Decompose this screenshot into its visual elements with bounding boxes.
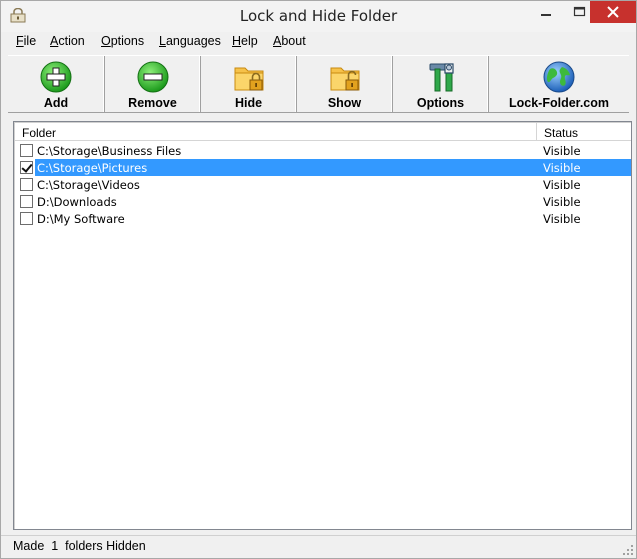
folder-status: Visible bbox=[543, 212, 581, 226]
status-text: Made 1 folders Hidden bbox=[13, 539, 146, 553]
lock-folder-website-label: Lock-Folder.com bbox=[508, 96, 610, 110]
menu-languages[interactable]: Languages bbox=[159, 34, 221, 48]
row-checkbox[interactable] bbox=[20, 212, 33, 225]
show-button[interactable]: Show bbox=[297, 56, 393, 112]
folder-unlock-icon bbox=[330, 67, 359, 91]
row-checkbox[interactable] bbox=[20, 144, 33, 157]
remove-label: Remove bbox=[128, 96, 177, 110]
minimize-button[interactable] bbox=[529, 1, 563, 23]
folder-status: Visible bbox=[543, 161, 581, 175]
menu-options[interactable]: Options bbox=[101, 34, 144, 48]
folder-path: C:\Storage\Pictures bbox=[37, 161, 148, 175]
menu-about[interactable]: About bbox=[273, 34, 306, 48]
folder-path: C:\Storage\Videos bbox=[37, 178, 140, 192]
list-item[interactable]: C:\Storage\Pictures Visible bbox=[17, 159, 631, 176]
add-button[interactable]: Add bbox=[8, 56, 105, 112]
list-header: Folder Status bbox=[15, 123, 631, 141]
lock-folder-website-button[interactable]: Lock-Folder.com bbox=[489, 56, 629, 112]
app-window: Lock and Hide Folder File Action Options… bbox=[0, 0, 637, 559]
close-button[interactable] bbox=[590, 1, 636, 23]
folder-status: Visible bbox=[543, 144, 581, 158]
list-item[interactable]: C:\Storage\Videos Visible bbox=[17, 176, 631, 193]
title-bar[interactable]: Lock and Hide Folder bbox=[1, 1, 636, 32]
column-header-status[interactable]: Status bbox=[537, 123, 631, 141]
options-button[interactable]: Options bbox=[393, 56, 489, 112]
tools-icon bbox=[429, 63, 454, 92]
add-label: Add bbox=[43, 96, 69, 110]
globe-icon bbox=[543, 61, 575, 93]
toolbar: Add Remove Hide Show Options Lock-Folder… bbox=[8, 55, 629, 113]
menu-bar: File Action Options Languages Help About bbox=[1, 32, 636, 52]
options-label: Options bbox=[416, 96, 465, 110]
row-checkbox[interactable] bbox=[20, 161, 33, 174]
menu-file[interactable]: File bbox=[16, 34, 36, 48]
hide-label: Hide bbox=[234, 96, 263, 110]
folder-path: D:\My Software bbox=[37, 212, 125, 226]
folder-lock-icon bbox=[234, 67, 263, 91]
folder-status: Visible bbox=[543, 178, 581, 192]
show-label: Show bbox=[327, 96, 362, 110]
column-header-folder[interactable]: Folder bbox=[15, 123, 537, 141]
folder-path: C:\Storage\Business Files bbox=[37, 144, 182, 158]
menu-action[interactable]: Action bbox=[50, 34, 85, 48]
add-icon bbox=[40, 61, 72, 93]
list-item[interactable]: D:\Downloads Visible bbox=[17, 193, 631, 210]
folder-path: D:\Downloads bbox=[37, 195, 117, 209]
remove-icon bbox=[137, 61, 168, 93]
row-checkbox[interactable] bbox=[20, 195, 33, 208]
resize-grip-icon[interactable] bbox=[622, 544, 634, 556]
list-item[interactable]: C:\Storage\Business Files Visible bbox=[17, 142, 631, 159]
status-bar: Made 1 folders Hidden bbox=[1, 535, 636, 558]
folder-list[interactable]: Folder Status C:\Storage\Business Files … bbox=[13, 121, 632, 530]
remove-button[interactable]: Remove bbox=[105, 56, 201, 112]
menu-help[interactable]: Help bbox=[232, 34, 258, 48]
folder-status: Visible bbox=[543, 195, 581, 209]
row-checkbox[interactable] bbox=[20, 178, 33, 191]
hide-button[interactable]: Hide bbox=[201, 56, 297, 112]
list-item[interactable]: D:\My Software Visible bbox=[17, 210, 631, 227]
